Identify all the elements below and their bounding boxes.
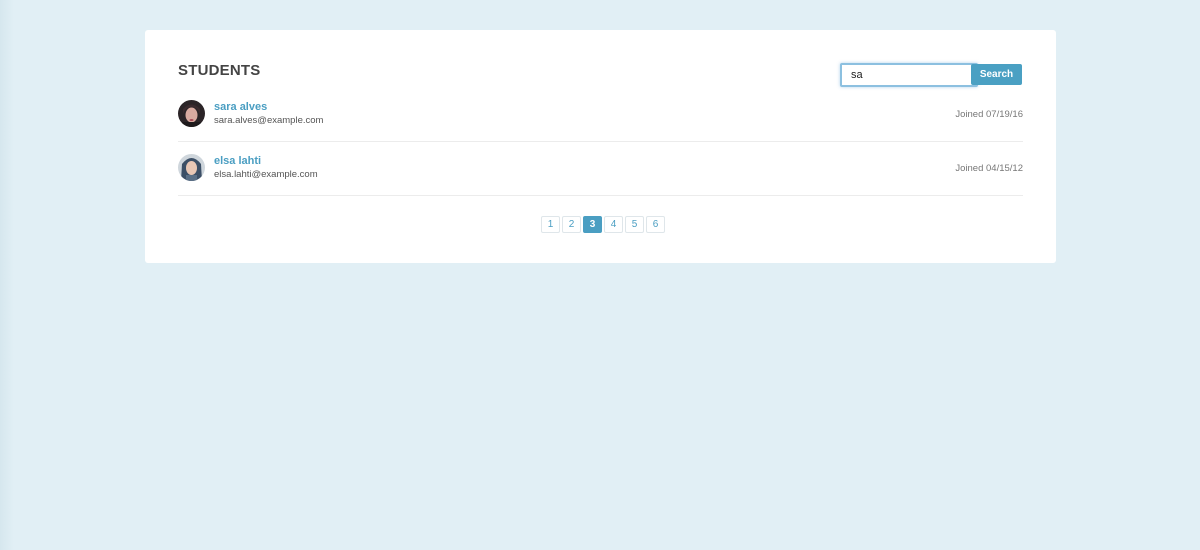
joined-date: Joined 04/15/12 (955, 163, 1023, 174)
page-edge-shade (0, 0, 14, 550)
pagination: 1 2 3 4 5 6 (541, 216, 665, 233)
student-email: sara.alves@example.com (214, 115, 324, 126)
avatar[interactable] (178, 100, 205, 127)
student-email: elsa.lahti@example.com (214, 169, 318, 180)
search-button[interactable]: Search (971, 64, 1022, 85)
avatar-sara-icon (178, 100, 205, 127)
student-row: elsa lahti elsa.lahti@example.com Joined… (178, 142, 1023, 196)
student-name-link[interactable]: sara alves (214, 101, 267, 113)
page-link-5[interactable]: 5 (625, 216, 644, 233)
page-title: STUDENTS (178, 62, 261, 79)
joined-date: Joined 07/19/16 (955, 109, 1023, 120)
student-name-link[interactable]: elsa lahti (214, 155, 261, 167)
student-row: sara alves sara.alves@example.com Joined… (178, 88, 1023, 142)
page-link-1[interactable]: 1 (541, 216, 560, 233)
students-card: STUDENTS Search sara alves sara.alves@ex… (145, 30, 1056, 263)
page-link-4[interactable]: 4 (604, 216, 623, 233)
avatar-elsa-icon (178, 154, 205, 181)
page-link-2[interactable]: 2 (562, 216, 581, 233)
page-link-6[interactable]: 6 (646, 216, 665, 233)
avatar[interactable] (178, 154, 205, 181)
search-input[interactable] (840, 63, 978, 87)
student-list: sara alves sara.alves@example.com Joined… (178, 88, 1023, 196)
page-link-3-current[interactable]: 3 (583, 216, 602, 233)
